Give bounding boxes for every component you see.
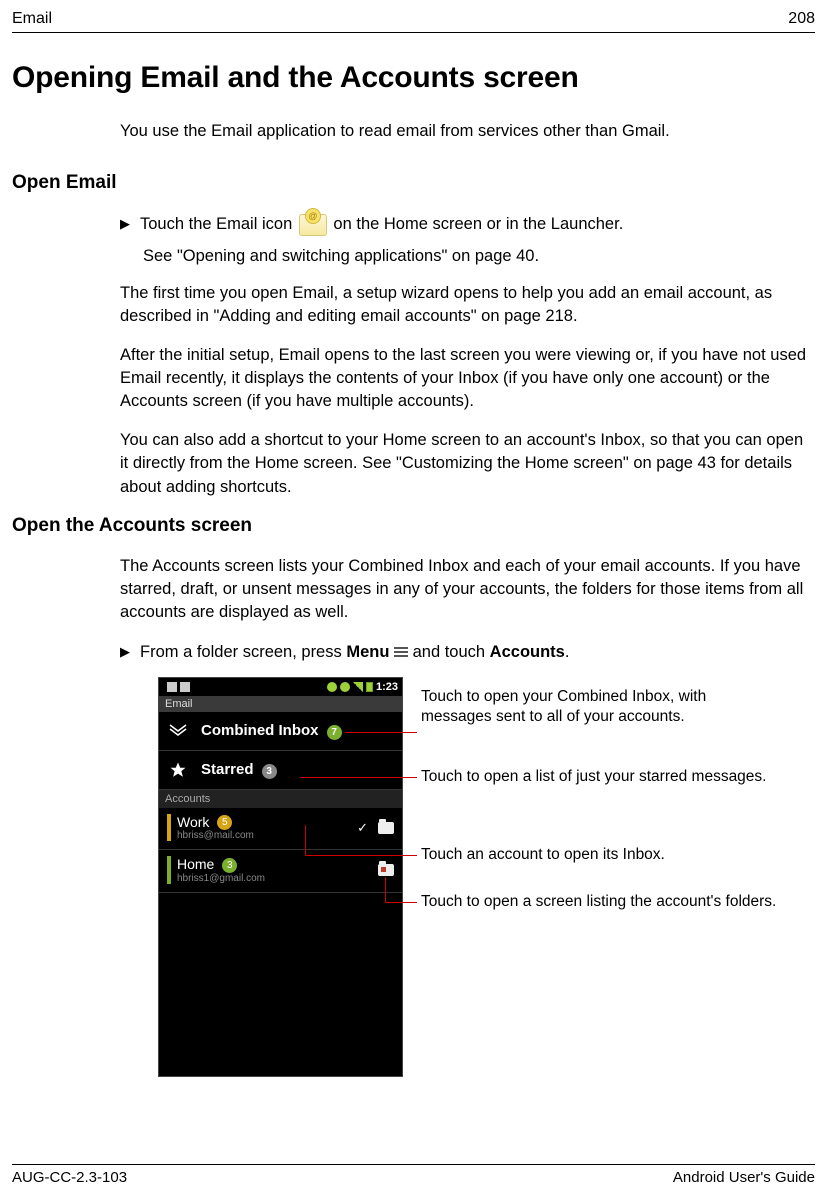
leader-line: [345, 732, 417, 733]
combined-inbox-label: Combined Inbox 7: [201, 722, 394, 740]
leader-line: [300, 777, 417, 778]
account-email: hbriss1@gmail.com: [177, 873, 378, 884]
intro-text: You use the Email application to read em…: [120, 121, 815, 142]
battery-icon: [366, 682, 373, 692]
page-footer: AUG-CC-2.3-103 Android User's Guide: [12, 1164, 815, 1186]
header-page: 208: [788, 10, 815, 28]
screenshot-figure: 1:23 Email Combined Inbox 7 Starred 3 Ac…: [158, 677, 815, 1077]
callout-starred: Touch to open a list of just your starre…: [421, 767, 781, 787]
footer-guide: Android User's Guide: [673, 1169, 815, 1186]
t1: From a folder screen, press: [140, 643, 346, 661]
status-icon: [167, 682, 177, 692]
signal-icon: [353, 682, 363, 692]
folder-icon[interactable]: [378, 822, 394, 834]
status-bar: 1:23: [159, 678, 402, 696]
leader-line: [305, 825, 306, 855]
page-title: Opening Email and the Accounts screen: [12, 61, 815, 95]
t3: .: [565, 643, 570, 661]
account-name: Work 5: [177, 814, 357, 831]
sync-icon: [340, 682, 350, 692]
account-color-stripe: [167, 814, 171, 842]
step-touch-email-icon: ▶ Touch the Email icon on the Home scree…: [120, 212, 815, 237]
leader-line: [385, 877, 386, 902]
name-text: Home: [177, 856, 214, 872]
account-name: Home 3: [177, 856, 378, 873]
step-text-pre: Touch the Email icon: [140, 215, 297, 233]
step-text-post: on the Home screen or in the Launcher.: [329, 215, 623, 233]
phone-mock: 1:23 Email Combined Inbox 7 Starred 3 Ac…: [158, 677, 403, 1077]
folder-icon[interactable]: [378, 864, 394, 876]
leader-line: [385, 902, 417, 903]
step-press-menu: ▶ From a folder screen, press Menu and t…: [120, 640, 815, 665]
combined-inbox-icon: [167, 722, 189, 740]
step-text: From a folder screen, press Menu and tou…: [140, 640, 569, 665]
para-shortcut: You can also add a shortcut to your Home…: [120, 429, 815, 498]
status-icon: [180, 682, 190, 692]
bullet-icon: ▶: [120, 216, 130, 232]
sync-icon: [327, 682, 337, 692]
accounts-header: Accounts: [159, 790, 402, 808]
step-text: Touch the Email icon on the Home screen …: [140, 212, 623, 237]
section-open-email: Open Email: [12, 172, 815, 194]
see-reference: See "Opening and switching applications"…: [143, 247, 815, 266]
account-email: hbriss@mail.com: [177, 830, 357, 841]
count-badge: 3: [262, 764, 277, 779]
email-app-icon: [299, 214, 327, 236]
starred-row[interactable]: Starred 3: [159, 751, 402, 790]
star-icon: [167, 761, 189, 779]
count-badge: 7: [327, 725, 342, 740]
account-row-work[interactable]: Work 5 hbriss@mail.com ✓: [159, 808, 402, 851]
callout-account-inbox: Touch an account to open its Inbox.: [421, 845, 781, 865]
check-icon: ✓: [357, 820, 368, 836]
count-badge: 3: [222, 858, 237, 873]
menu-word: Menu: [346, 643, 389, 661]
clock: 1:23: [376, 681, 398, 693]
leader-line: [305, 855, 417, 856]
account-color-stripe: [167, 856, 171, 884]
label-text: Combined Inbox: [201, 722, 319, 739]
callout-combined-inbox: Touch to open your Combined Inbox, with …: [421, 687, 781, 727]
section-open-accounts: Open the Accounts screen: [12, 515, 815, 537]
app-title-bar: Email: [159, 696, 402, 712]
name-text: Work: [177, 814, 209, 830]
para-after-setup: After the initial setup, Email opens to …: [120, 344, 815, 413]
page-header: Email 208: [12, 10, 815, 33]
callout-account-folders: Touch to open a screen listing the accou…: [421, 892, 781, 912]
bullet-icon: ▶: [120, 644, 130, 660]
menu-icon: [394, 647, 408, 659]
footer-docid: AUG-CC-2.3-103: [12, 1169, 127, 1186]
accounts-word: Accounts: [490, 643, 565, 661]
t2: and touch: [408, 643, 490, 661]
account-row-home[interactable]: Home 3 hbriss1@gmail.com: [159, 850, 402, 893]
header-section: Email: [12, 10, 52, 28]
para-accounts-desc: The Accounts screen lists your Combined …: [120, 555, 815, 624]
para-setup-wizard: The first time you open Email, a setup w…: [120, 282, 815, 328]
count-badge: 5: [217, 815, 232, 830]
label-text: Starred: [201, 761, 254, 778]
